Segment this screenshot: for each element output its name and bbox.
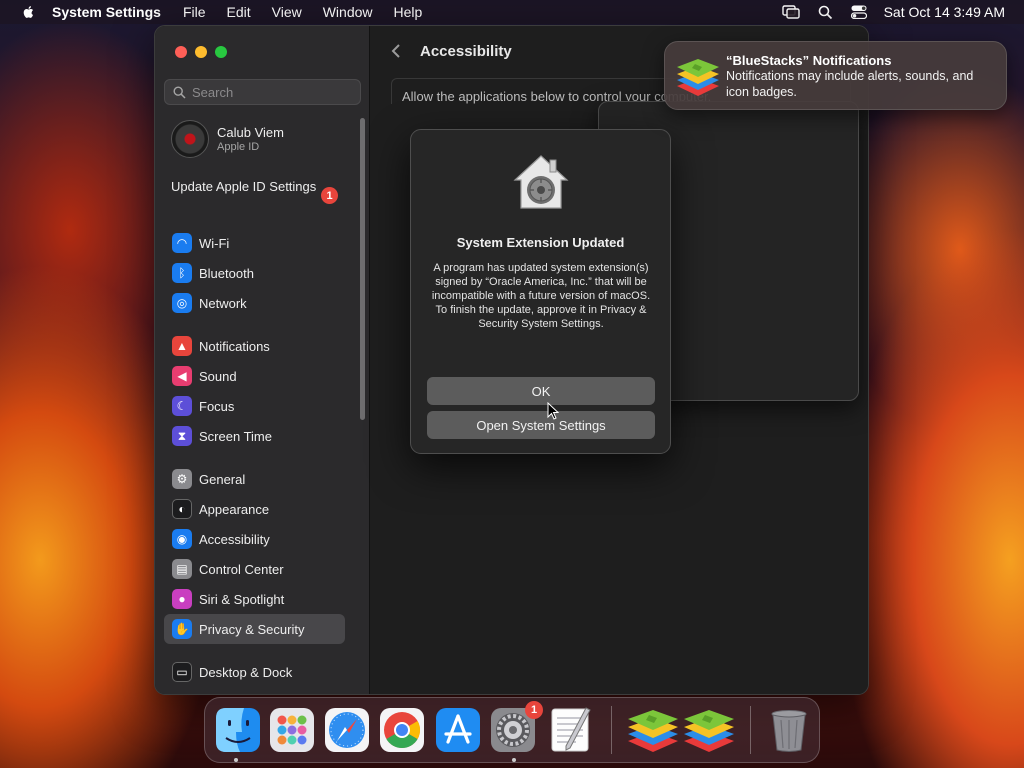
update-badge: 1 (321, 187, 338, 204)
sidebar-item-label: Screen Time (199, 428, 272, 444)
hourglass-icon: ⧗ (172, 426, 192, 446)
sidebar-item-network[interactable]: ◎ Network (164, 288, 345, 318)
menu-clock[interactable]: Sat Oct 14 3:49 AM (884, 4, 1005, 20)
textedit-icon[interactable] (546, 706, 594, 754)
menu-app-name[interactable]: System Settings (52, 4, 161, 20)
sidebar-item-appearance[interactable]: ◐ Appearance (164, 494, 345, 524)
sidebar-item-wi-fi[interactable]: ◠ Wi-Fi (164, 228, 345, 258)
sidebar-item-sound[interactable]: ◀ Sound (164, 361, 345, 391)
accessibility-icon: ◉ (172, 529, 192, 549)
dialog-title: System Extension Updated (456, 235, 625, 250)
menu-bar: System Settings File Edit View Window He… (0, 0, 1024, 24)
siri-icon: ● (172, 589, 192, 609)
speaker-icon: ◀ (172, 366, 192, 386)
user-subtitle: Apple ID (217, 141, 260, 153)
zoom-window-button[interactable] (215, 46, 227, 58)
sidebar-item-label: Control Center (199, 561, 284, 577)
spotlight-search-icon[interactable] (818, 5, 833, 20)
sidebar-item-label: Network (199, 295, 247, 311)
sidebar-item-label: Desktop & Dock (199, 664, 293, 680)
dock-icon: ▭ (172, 662, 192, 682)
sidebar-item-screen-time[interactable]: ⧗ Screen Time (164, 421, 345, 451)
back-chevron-icon[interactable] (391, 42, 401, 65)
sidebar-item-accessibility[interactable]: ◉ Accessibility (164, 524, 345, 554)
sidebar-item-label: General (199, 471, 246, 487)
sidebar-item-label: Bluetooth (199, 265, 254, 281)
system-settings-badge: 1 (525, 701, 543, 719)
system-settings-running-indicator (512, 758, 516, 762)
bluestacks-icon[interactable] (626, 706, 680, 754)
sidebar-search[interactable] (164, 79, 361, 105)
bluestacks-icon (677, 59, 719, 96)
globe-icon: ◎ (172, 293, 192, 313)
sidebar-item-label: Notifications (199, 338, 270, 354)
apple-id-account[interactable]: Calub Viem Apple ID (171, 120, 284, 158)
sidebar-item-general[interactable]: ⚙ General (164, 464, 345, 494)
page-title: Accessibility (420, 43, 512, 60)
app-store-icon[interactable] (434, 706, 482, 754)
sidebar-item-label: Accessibility (199, 531, 270, 547)
sidebar: Calub Viem Apple ID Update Apple ID Sett… (155, 26, 370, 694)
mouse-cursor-icon (547, 402, 559, 420)
sidebar-item-label: Privacy & Security (199, 621, 305, 637)
moon-icon: ☾ (172, 396, 192, 416)
sidebar-item-bluetooth[interactable]: ᛒ Bluetooth (164, 258, 345, 288)
launchpad-icon[interactable] (268, 706, 316, 754)
notification-body: Notifications may include alerts, sounds… (726, 69, 974, 99)
gear-icon: ⚙ (172, 469, 192, 489)
sidebar-item-privacy-security[interactable]: ✋ Privacy & Security (164, 614, 345, 644)
user-name: Calub Viem (217, 125, 284, 140)
update-apple-id-settings[interactable]: Update Apple ID Settings (171, 179, 341, 195)
sidebar-item-notifications[interactable]: ▲ Notifications (164, 331, 345, 361)
sidebar-item-label: Sound (199, 368, 237, 384)
ok-button[interactable]: OK (427, 377, 655, 405)
sidebar-item-label: Wi-Fi (199, 235, 230, 251)
dock-separator (750, 706, 751, 754)
search-icon (173, 85, 186, 99)
sidebar-item-control-center[interactable]: ▤ Control Center (164, 554, 345, 584)
sidebar-item-desktop-dock[interactable]: ▭ Desktop & Dock (164, 657, 345, 687)
dock: 1 (204, 697, 820, 763)
finder-running-indicator (234, 758, 238, 762)
search-input[interactable] (192, 84, 352, 100)
chrome-icon[interactable] (378, 706, 426, 754)
wifi-icon: ◠ (172, 233, 192, 253)
security-lock-icon (513, 155, 569, 209)
trash-icon[interactable] (765, 706, 813, 754)
notification-title: “BlueStacks” Notifications (726, 53, 892, 68)
sidebar-item-siri-spotlight[interactable]: ● Siri & Spotlight (164, 584, 345, 614)
bluestacks-notification[interactable]: “BlueStacks” Notifications Notifications… (664, 41, 1007, 110)
dialog-message: A program has updated system extension(s… (431, 262, 651, 330)
bluetooth-icon: ᛒ (172, 263, 192, 283)
dock-separator (611, 706, 612, 754)
sidebar-item-label: Appearance (199, 501, 270, 517)
menu-view[interactable]: View (272, 4, 302, 20)
sidebar-item-label: Focus (199, 398, 235, 414)
menu-file[interactable]: File (183, 4, 206, 20)
menu-edit[interactable]: Edit (227, 4, 251, 20)
finder-icon[interactable] (214, 706, 262, 754)
sidebar-item-focus[interactable]: ☾ Focus (164, 391, 345, 421)
minimize-window-button[interactable] (195, 46, 207, 58)
open-system-settings-button[interactable]: Open System Settings (427, 411, 655, 439)
sidebar-scrollbar[interactable] (360, 118, 365, 420)
menu-help[interactable]: Help (394, 4, 423, 20)
appearance-icon: ◐ (172, 499, 192, 519)
menu-window[interactable]: Window (323, 4, 373, 20)
system-extension-dialog: System Extension Updated A program has u… (410, 129, 671, 454)
control-center-icon[interactable] (850, 5, 867, 19)
window-controls (175, 46, 235, 58)
sidebar-item-label: Siri & Spotlight (199, 591, 285, 607)
bell-icon: ▲ (172, 336, 192, 356)
hand-icon: ✋ (172, 619, 192, 639)
control-center-icon: ▤ (172, 559, 192, 579)
bluestacks-multi-instance-icon[interactable] (682, 706, 736, 754)
safari-icon[interactable] (323, 706, 371, 754)
screen-mirroring-icon[interactable] (781, 5, 800, 19)
close-window-button[interactable] (175, 46, 187, 58)
avatar (171, 120, 209, 158)
apple-menu-icon[interactable] (18, 5, 38, 19)
